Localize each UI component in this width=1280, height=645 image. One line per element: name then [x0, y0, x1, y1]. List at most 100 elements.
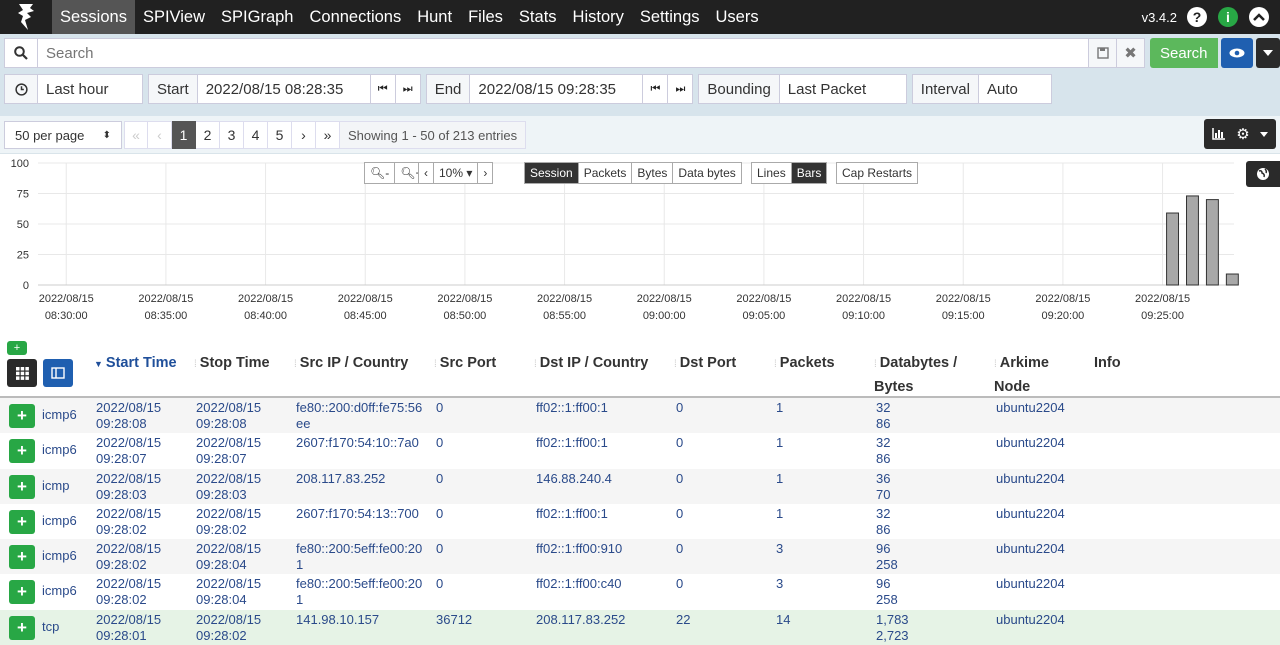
- page-item[interactable]: »: [316, 121, 340, 149]
- expand-row-icon[interactable]: +: [9, 439, 35, 464]
- table-row[interactable]: + icmp 2022/08/15 09:28:03 2022/08/15 09:28:0…: [0, 468, 1280, 504]
- caret-down-icon[interactable]: [1255, 38, 1280, 68]
- page-item[interactable]: ‹: [148, 121, 172, 149]
- end-time-input[interactable]: 2022/08/15 09:28:35: [470, 74, 644, 104]
- column-header[interactable]: ⁞ Dst IP / Country: [534, 352, 648, 376]
- src-ip-cell[interactable]: 2607:f170:54:13::700: [296, 506, 419, 522]
- save-icon[interactable]: [1089, 38, 1117, 68]
- node-cell[interactable]: ubuntu2204: [996, 576, 1065, 592]
- start-step-forward-icon[interactable]: ⏭: [395, 74, 421, 104]
- nav-spiview[interactable]: SPIView: [135, 0, 213, 34]
- table-row[interactable]: + icmp6 2022/08/15 09:28:02 2022/08/15 09:28:…: [0, 574, 1280, 609]
- dst-ip-cell[interactable]: ff02::1:ff00:c40: [536, 576, 622, 592]
- protocol-cell[interactable]: icmp6: [42, 407, 77, 423]
- src-ip-cell[interactable]: 2607:f170:54:10::7a0: [296, 435, 419, 451]
- node-cell[interactable]: ubuntu2204: [996, 541, 1065, 557]
- zoom-percent-select[interactable]: 10% ▾: [434, 163, 479, 183]
- column-header[interactable]: ⁞ Databytes / Bytes: [874, 352, 957, 398]
- nav-files[interactable]: Files: [460, 0, 511, 34]
- src-ip-cell[interactable]: 208.117.83.252: [296, 471, 385, 487]
- column-header[interactable]: ⁞ Packets: [774, 352, 835, 376]
- columns-icon[interactable]: [43, 359, 73, 387]
- nav-sessions[interactable]: Sessions: [52, 0, 135, 34]
- nav-hunt[interactable]: Hunt: [409, 0, 460, 34]
- src-port-cell[interactable]: 0: [436, 435, 443, 451]
- src-port-cell[interactable]: 0: [436, 400, 443, 416]
- nav-settings[interactable]: Settings: [632, 0, 708, 34]
- table-row[interactable]: + icmp6 2022/08/15 09:28:07 2022/08/15 09:28:…: [0, 433, 1280, 468]
- node-cell[interactable]: ubuntu2204: [996, 506, 1065, 522]
- dst-port-cell[interactable]: 0: [676, 400, 683, 416]
- toggle-packets[interactable]: Packets: [579, 163, 633, 183]
- column-header[interactable]: ⁞ Src IP / Country: [294, 352, 408, 376]
- column-header[interactable]: Info: [1094, 352, 1121, 374]
- page-item[interactable]: «: [124, 121, 148, 149]
- expand-row-icon[interactable]: +: [9, 474, 35, 499]
- eye-icon[interactable]: [1220, 38, 1253, 68]
- node-cell[interactable]: ubuntu2204: [996, 612, 1065, 628]
- node-cell[interactable]: ubuntu2204: [996, 400, 1065, 416]
- column-header[interactable]: ⁞ Stop Time: [194, 352, 270, 376]
- column-header[interactable]: ⁞ Arkime Node: [994, 352, 1049, 398]
- nav-connections[interactable]: Connections: [301, 0, 409, 34]
- chart-toggle-button[interactable]: ⚙: [1204, 119, 1276, 149]
- column-header[interactable]: ⁞ Dst Port: [674, 352, 736, 376]
- nav-stats[interactable]: Stats: [511, 0, 565, 34]
- src-port-cell[interactable]: 0: [436, 541, 443, 557]
- node-cell[interactable]: ubuntu2204: [996, 471, 1065, 487]
- dst-port-cell[interactable]: 0: [676, 435, 683, 451]
- expand-row-icon[interactable]: +: [9, 580, 35, 605]
- bounding-select[interactable]: Last Packet: [779, 74, 907, 104]
- src-ip-cell[interactable]: fe80::200:5eff:fe00:20 1: [296, 541, 422, 573]
- dst-ip-cell[interactable]: ff02::1:ff00:1: [536, 506, 608, 522]
- page-item[interactable]: 5: [268, 121, 292, 149]
- nav-users[interactable]: Users: [708, 0, 767, 34]
- chevron-up-icon[interactable]: [1249, 7, 1269, 27]
- table-row[interactable]: + icmp6 2022/08/15 09:28:08 2022/08/15 09:28:…: [0, 398, 1280, 434]
- protocol-cell[interactable]: icmp6: [42, 548, 77, 564]
- src-port-cell[interactable]: 0: [436, 576, 443, 592]
- toggle-bars[interactable]: Bars: [791, 163, 827, 183]
- src-port-cell[interactable]: 0: [436, 471, 443, 487]
- table-row[interactable]: + icmp6 2022/08/15 09:28:02 2022/08/15 09:28:…: [0, 539, 1280, 575]
- table-row[interactable]: + tcp 2022/08/15 09:28:01 2022/08/15 09:28:02…: [0, 609, 1280, 645]
- help-icon[interactable]: ?: [1187, 7, 1207, 27]
- zoom-out-icon[interactable]: 🔍︎-: [365, 163, 396, 183]
- end-step-forward-icon[interactable]: ⏭: [668, 74, 694, 104]
- arkime-logo-icon[interactable]: [0, 0, 52, 34]
- pan-right-icon[interactable]: ›: [478, 163, 492, 183]
- node-cell[interactable]: ubuntu2204: [996, 435, 1065, 451]
- page-item[interactable]: 4: [244, 121, 268, 149]
- dst-port-cell[interactable]: 0: [676, 576, 683, 592]
- per-page-select[interactable]: 50 per page ⬍: [4, 121, 122, 149]
- histogram-bar[interactable]: [1225, 273, 1239, 286]
- column-header[interactable]: ⁞ Src Port: [434, 352, 496, 376]
- src-ip-cell[interactable]: fe80::200:5eff:fe00:20 1: [296, 576, 422, 608]
- time-range-select[interactable]: Last hour: [38, 74, 143, 104]
- protocol-cell[interactable]: tcp: [42, 619, 59, 635]
- dst-ip-cell[interactable]: ff02::1:ff00:910: [536, 541, 622, 557]
- nav-history[interactable]: History: [565, 0, 632, 34]
- histogram-bar[interactable]: [1186, 195, 1199, 286]
- nav-spigraph[interactable]: SPIGraph: [213, 0, 301, 34]
- table-row[interactable]: + icmp6 2022/08/15 09:28:02 2022/08/15 09:28:…: [0, 504, 1280, 539]
- expand-row-icon[interactable]: +: [9, 404, 35, 428]
- toggle-lines[interactable]: Lines: [752, 163, 792, 183]
- dst-ip-cell[interactable]: 146.88.240.4: [536, 471, 612, 487]
- expand-row-icon[interactable]: +: [9, 615, 35, 640]
- dst-port-cell[interactable]: 0: [676, 471, 683, 487]
- protocol-cell[interactable]: icmp6: [42, 442, 77, 458]
- search-button[interactable]: Search: [1150, 38, 1218, 68]
- page-item[interactable]: 1: [172, 121, 196, 149]
- expand-row-icon[interactable]: +: [9, 545, 35, 570]
- dst-ip-cell[interactable]: ff02::1:ff00:1: [536, 435, 608, 451]
- src-port-cell[interactable]: 36712: [436, 612, 472, 628]
- pan-left-icon[interactable]: ‹: [419, 163, 434, 183]
- page-item[interactable]: 3: [220, 121, 244, 149]
- page-item[interactable]: 2: [196, 121, 220, 149]
- interval-select[interactable]: Auto: [979, 74, 1052, 104]
- histogram-bar[interactable]: [1205, 199, 1219, 286]
- globe-icon[interactable]: [1246, 161, 1280, 187]
- dst-port-cell[interactable]: 22: [676, 612, 690, 628]
- cap-restarts-toggle[interactable]: Cap Restarts: [836, 162, 919, 184]
